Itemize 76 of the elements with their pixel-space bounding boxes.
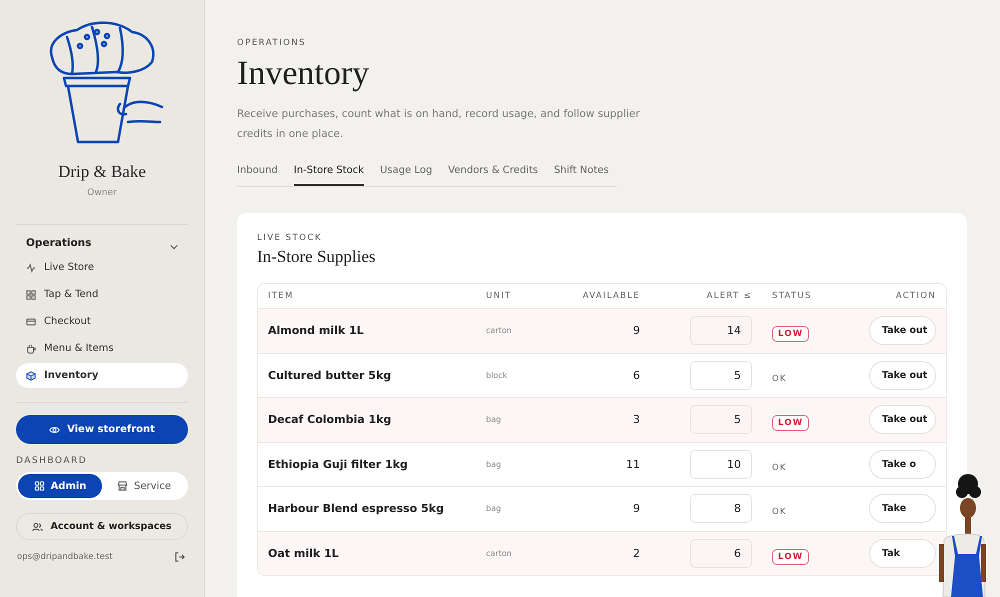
column-header: AVAILABLE [582,291,640,301]
brand-name: Drip & Bake [57,162,147,182]
nav-group-header[interactable]: Operations [16,233,102,253]
alert-input[interactable]: 14 [690,316,752,346]
dashboard-option[interactable]: Service [102,474,186,498]
take-out-button[interactable]: Take [869,494,936,524]
card-icon [26,316,36,326]
eye-icon [49,424,60,434]
available-cell-text: 2 [632,546,640,560]
nav-item[interactable]: Menu & Items [16,336,188,361]
tab[interactable]: In-Store Stock [294,165,364,186]
status-text: OK [772,507,787,518]
people-icon [32,522,44,532]
available-cell-text: 9 [632,324,640,338]
take-out-button[interactable]: Take out [869,405,936,434]
unit-cell-text: bag [486,415,502,424]
available-cell-text: 11 [625,458,640,471]
status-text: OK [772,462,787,473]
grid-icon [26,290,36,300]
card-eyebrow: LIVE STOCK [257,233,323,243]
item-name: Cultured butter 5kg [268,368,392,382]
tab[interactable]: Usage Log [380,165,432,186]
alert-input[interactable]: 5 [690,360,752,390]
take-out-button[interactable]: Take out [869,316,936,346]
tab[interactable]: Vendors & Credits [448,165,538,186]
status-badge: LOW [772,548,810,565]
nav-item[interactable]: Live Store [16,255,188,280]
nav-item[interactable]: Tap & Tend [16,282,188,307]
nav-item[interactable]: Inventory [16,363,188,388]
take-out-button[interactable]: Take o [869,450,936,479]
alert-input[interactable]: 5 [690,405,752,434]
tab[interactable]: Shift Notes [554,165,609,186]
unit-cell-text: bag [486,504,502,514]
unit-cell-text: carton [486,326,513,336]
alert-input[interactable]: 10 [690,450,752,479]
grid-icon [34,481,45,491]
column-header: STATUS [771,291,813,301]
card-title: In-Store Supplies [257,247,377,267]
nav-item[interactable]: Checkout [16,309,188,334]
cup-icon [26,344,36,354]
status-text: OK [772,374,787,384]
unit-cell-text: carton [486,548,513,558]
user-role: Owner [86,188,118,198]
item-name: Almond milk 1L [268,324,365,338]
account-button[interactable]: Account & workspaces [16,513,188,540]
column-header: ACTION [894,291,936,301]
unit-cell-text: bag [486,460,502,469]
alert-input[interactable]: 8 [690,494,752,524]
alert-input[interactable]: 6 [690,538,752,568]
unit-cell-text: block [486,370,508,380]
available-cell-text: 6 [632,368,640,382]
tab[interactable]: Inbound [237,165,278,186]
take-out-button[interactable]: Tak [869,538,936,568]
status-badge: LOW [772,326,810,342]
column-header: ALERT ≤ [706,291,752,301]
user-email: ops@dripandbake.test [17,552,113,562]
store-icon [117,481,128,491]
take-out-button[interactable]: Take out [869,360,936,390]
view-storefront-button[interactable]: View storefront [16,415,188,444]
page-eyebrow: OPERATIONS [237,38,308,48]
status-badge: LOW [772,415,810,432]
item-name: Oat milk 1L [268,546,340,560]
page-description: Receive purchases, count what is on hand, record usage, and follow supplier credits in one place. [237,107,641,142]
item-name: Decaf Colombia 1kg [268,413,392,426]
item-name: Harbour Blend espresso 5kg [268,502,445,516]
item-name: Ethiopia Guji filter 1kg [268,458,409,471]
column-header: ITEM [268,291,295,301]
section-label: DASHBOARD [16,456,88,466]
logout-icon[interactable] [175,552,185,562]
pulse-icon [26,262,36,272]
dashboard-option[interactable]: Admin [18,474,102,498]
column-header: UNIT [486,291,512,301]
page-title: Inventory [237,54,370,94]
box-icon [26,370,36,380]
available-cell-text: 3 [632,413,640,426]
available-cell-text: 9 [632,502,640,516]
